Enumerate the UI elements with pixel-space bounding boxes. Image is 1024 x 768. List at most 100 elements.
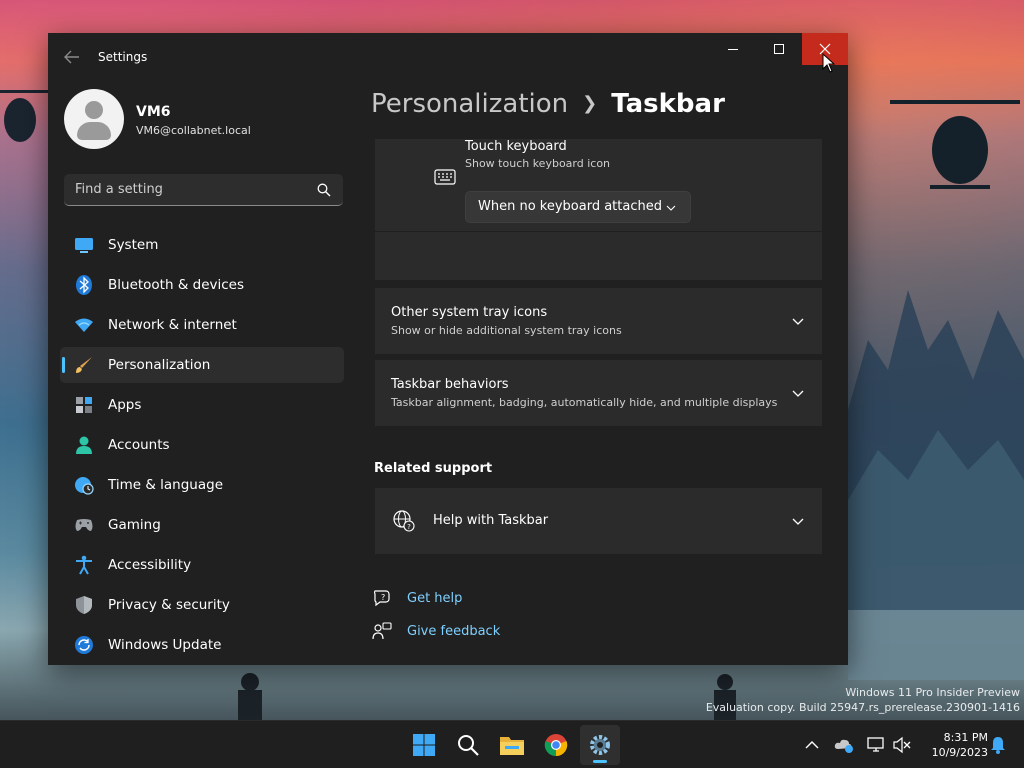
sidebar-nav: System Bluetooth & devices Network & int… [60,227,344,665]
sidebar-item-gaming[interactable]: Gaming [60,507,344,543]
monitor-icon [74,235,94,255]
page-title: Taskbar [611,89,725,119]
avatar [64,89,124,149]
breadcrumb-parent[interactable]: Personalization [371,89,568,119]
touch-keyboard-title: Touch keyboard [465,139,567,154]
sidebar-item-label: Personalization [108,357,211,373]
tray-icons-card[interactable]: Other system tray icons Show or hide add… [375,288,822,354]
profile-email: VM6@collabnet.local [136,124,251,137]
sidebar-item-label: Privacy & security [108,597,230,613]
chevron-down-icon[interactable] [792,315,804,327]
wifi-icon [74,315,94,335]
accessibility-icon [74,555,94,575]
taskbar-behaviors-card[interactable]: Taskbar behaviors Taskbar alignment, bad… [375,360,822,426]
help-with-taskbar-card[interactable]: ? Help with Taskbar [375,488,822,554]
watermark-line-1: Windows 11 Pro Insider Preview [845,686,1020,699]
help-chat-icon: ? [374,590,390,607]
get-help-link[interactable]: ? Get help [372,586,462,610]
sidebar-item-network[interactable]: Network & internet [60,307,344,343]
sidebar-item-time-language[interactable]: Time & language [60,467,344,503]
wallpaper-helicopter-left [0,90,50,142]
network-tray[interactable] [864,733,888,757]
windows-logo-icon [413,734,435,756]
sidebar-item-label: Time & language [108,477,224,493]
chrome-icon [544,734,568,757]
active-indicator [593,760,607,763]
watermark-line-2: Evaluation copy. Build 25947.rs_prerelea… [705,701,1020,714]
related-support-heading: Related support [374,461,493,476]
clock-time: 8:31 PM [943,731,988,744]
dropdown-value: When no keyboard attached [478,199,662,214]
maximize-button[interactable] [756,33,802,65]
sidebar-item-accessibility[interactable]: Accessibility [60,547,344,583]
file-explorer-button[interactable] [492,725,532,765]
feedback-icon [372,622,392,640]
search-input[interactable]: Find a setting [64,174,343,206]
update-icon [74,635,94,655]
wallpaper-soldier [238,673,262,720]
settings-taskbar-button[interactable] [580,725,620,765]
tray-icons-subtitle: Show or hide additional system tray icon… [391,324,622,337]
wallpaper-helicopter-right [890,100,1020,189]
onedrive-tray[interactable] [832,733,856,757]
maximize-icon [774,44,784,54]
help-with-taskbar-label: Help with Taskbar [433,513,549,528]
sidebar-item-privacy[interactable]: Privacy & security [60,587,344,623]
brush-icon [74,355,94,375]
profile-name: VM6 [136,104,171,120]
chevron-right-icon: ❯ [582,93,598,114]
show-hidden-icons-button[interactable] [800,733,824,757]
give-feedback-link[interactable]: Give feedback [372,619,500,643]
sidebar-item-windows-update[interactable]: Windows Update [60,627,344,663]
breadcrumb: Personalization ❯ Taskbar [371,89,725,119]
tray-icons-title: Other system tray icons [391,305,548,320]
touch-keyboard-dropdown[interactable]: When no keyboard attached [465,191,691,223]
sidebar-item-system[interactable]: System [60,227,344,263]
mouse-cursor-icon [822,53,836,73]
wallpaper-mountains [848,290,1024,680]
sidebar-item-accounts[interactable]: Accounts [60,427,344,463]
chevron-down-icon[interactable] [792,515,804,527]
start-button[interactable] [404,725,444,765]
cloud-icon [834,739,853,753]
back-arrow-icon[interactable] [64,50,80,64]
sidebar-item-label: System [108,237,159,253]
bell-icon [991,737,1005,754]
sidebar-item-personalization[interactable]: Personalization [60,347,344,383]
search-icon[interactable] [317,183,331,197]
title-bar[interactable]: Settings [48,33,848,81]
chrome-button[interactable] [536,725,576,765]
get-help-label: Get help [407,590,463,606]
chevron-down-icon[interactable] [792,387,804,399]
person-icon [74,435,94,455]
taskbar: 8:31 PM 10/9/2023 [0,720,1024,768]
globe-help-icon: ? [393,510,415,532]
network-icon [867,737,884,752]
settings-window: Settings VM6 VM6@collabnet.local Find a … [48,33,848,665]
sidebar-item-label: Apps [108,397,142,413]
sidebar-item-label: Accessibility [108,557,192,573]
clock[interactable]: 8:31 PM 10/9/2023 [918,730,988,760]
give-feedback-label: Give feedback [407,623,501,639]
sidebar-item-apps[interactable]: Apps [60,387,344,423]
taskbar-behaviors-title: Taskbar behaviors [391,377,509,392]
chevron-up-icon [805,741,819,749]
sidebar-item-bluetooth[interactable]: Bluetooth & devices [60,267,344,303]
sidebar-item-label: Gaming [108,517,161,533]
notifications-button[interactable] [986,733,1010,757]
empty-setting-card [375,232,822,280]
svg-text:?: ? [381,593,385,602]
volume-tray[interactable] [890,733,914,757]
gamepad-icon [74,515,94,535]
apps-icon [74,395,94,415]
globe-clock-icon [74,475,94,495]
keyboard-icon [434,169,456,185]
sidebar-item-label: Network & internet [108,317,237,333]
sidebar-item-label: Windows Update [108,637,222,653]
shield-icon [74,595,94,615]
bluetooth-icon [74,275,94,295]
taskbar-search-button[interactable] [448,725,488,765]
search-placeholder: Find a setting [75,182,163,197]
gear-icon [590,735,610,755]
minimize-button[interactable] [710,33,756,65]
